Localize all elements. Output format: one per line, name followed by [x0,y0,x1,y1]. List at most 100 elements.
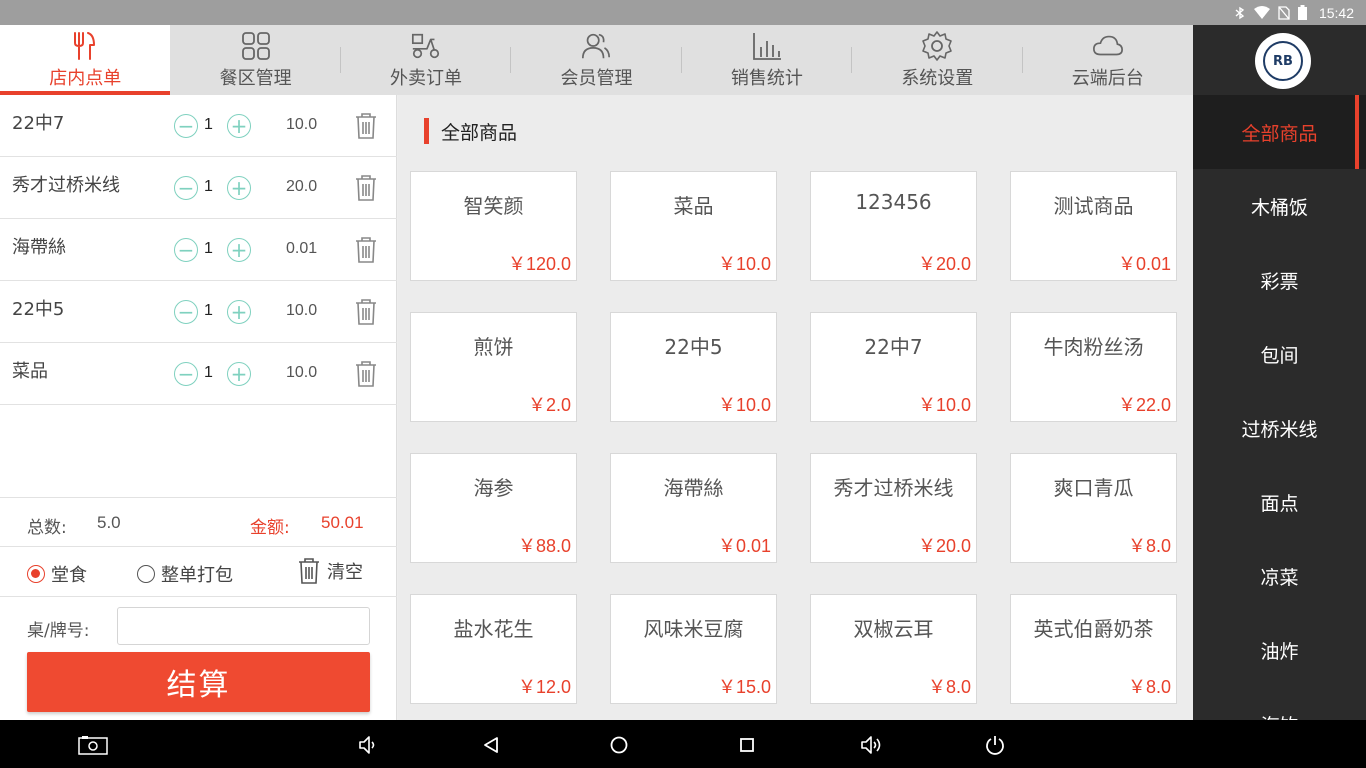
checkout-button[interactable]: 结算 [27,652,370,712]
product-price: ￥2.0 [527,395,571,415]
product-price: ￥88.0 [517,536,571,556]
decrease-quantity-button[interactable]: − [174,114,198,138]
order-item-price: 10.0 [286,364,318,381]
product-card[interactable]: 英式伯爵奶茶 ￥8.0 [1010,594,1177,704]
order-item-name: 22中7 [12,113,65,134]
increase-quantity-button[interactable]: + [227,362,251,386]
scooter-icon [410,30,442,62]
category-all-products[interactable]: 全部商品 [1193,95,1366,169]
section-title-text: 全部商品 [441,121,518,144]
order-item-name: 菜品 [12,361,48,382]
clear-label: 清空 [327,562,363,583]
product-card[interactable]: 海参 ￥88.0 [410,453,577,563]
product-card[interactable]: 22中7 ￥10.0 [810,312,977,422]
product-card[interactable]: 双椒云耳 ￥8.0 [810,594,977,704]
product-name: 煎饼 [473,335,514,359]
category-item[interactable]: 汽饮 [1193,687,1366,721]
recents-icon[interactable] [734,732,760,758]
tab-cloud-backend[interactable]: 云端后台 [1023,25,1193,95]
takeaway-label: 整单打包 [161,565,233,586]
decrease-quantity-button[interactable]: − [174,238,198,262]
order-item-name: 22中5 [12,299,65,320]
product-price: ￥8.0 [1127,536,1171,556]
product-card[interactable]: 盐水花生 ￥12.0 [410,594,577,704]
product-card[interactable]: 菜品 ￥10.0 [610,171,777,281]
category-item[interactable]: 包间 [1193,317,1366,391]
product-card[interactable]: 爽口青瓜 ￥8.0 [1010,453,1177,563]
decrease-quantity-button[interactable]: − [174,300,198,324]
increase-quantity-button[interactable]: + [227,238,251,262]
volume-down-icon[interactable] [355,732,381,758]
tab-label: 外卖订单 [390,68,463,89]
table-number-input[interactable] [117,607,370,645]
increase-quantity-button[interactable]: + [227,114,251,138]
product-card[interactable]: 22中5 ￥10.0 [610,312,777,422]
bluetooth-icon [1235,6,1245,19]
category-item[interactable]: 油炸 [1193,613,1366,687]
increase-quantity-button[interactable]: + [227,300,251,324]
grid-icon [240,30,272,62]
tab-system-settings[interactable]: 系统设置 [852,25,1023,95]
order-item-price: 20.0 [286,178,318,195]
product-name: 风味米豆腐 [643,617,744,641]
trash-icon[interactable] [354,236,378,264]
product-name: 22中5 [664,335,723,359]
order-panel: 22中7 − 1 + 10.0 秀才过桥米线 − 1 + 20.0 海帶絲 − … [0,95,397,720]
product-card[interactable]: 秀才过桥米线 ￥20.0 [810,453,977,563]
trash-icon[interactable] [354,174,378,202]
clear-button[interactable]: 清空 [297,557,363,585]
product-card[interactable]: 智笑颜 ￥120.0 [410,171,577,281]
product-name: 海帶絲 [663,476,724,500]
wifi-icon [1253,6,1270,19]
decrease-quantity-button[interactable]: − [174,362,198,386]
trash-icon[interactable] [354,298,378,326]
product-price: ￥22.0 [1117,395,1171,415]
tab-member-management[interactable]: 会员管理 [511,25,682,95]
product-card[interactable]: 煎饼 ￥2.0 [410,312,577,422]
category-list: 全部商品 木桶饭 彩票 包间 过桥米线 面点 凉菜 油炸 汽饮 [1193,95,1366,720]
product-name: 测试商品 [1053,194,1134,218]
product-card[interactable]: 测试商品 ￥0.01 [1010,171,1177,281]
gear-icon [921,30,953,62]
tab-in-store-order[interactable]: 店内点单 [0,25,171,95]
dining-options: 堂食 整单打包 清空 [0,547,397,597]
product-price: ￥20.0 [917,254,971,274]
decrease-quantity-button[interactable]: − [174,176,198,200]
order-item: 22中5 − 1 + 10.0 [0,281,397,343]
product-card[interactable]: 123456 ￥20.0 [810,171,977,281]
order-item-price: 10.0 [286,302,318,319]
no-sim-icon [1278,5,1290,20]
order-item: 秀才过桥米线 − 1 + 20.0 [0,157,397,219]
category-item[interactable]: 凉菜 [1193,539,1366,613]
increase-quantity-button[interactable]: + [227,176,251,200]
tab-sales-statistics[interactable]: 销售统计 [682,25,853,95]
product-card[interactable]: 风味米豆腐 ￥15.0 [610,594,777,704]
volume-up-icon[interactable] [858,732,884,758]
category-item[interactable]: 过桥米线 [1193,391,1366,465]
product-card[interactable]: 牛肉粉丝汤 ￥22.0 [1010,312,1177,422]
product-price: ￥0.01 [717,536,771,556]
power-icon[interactable] [982,732,1008,758]
system-nav-bar [0,720,1366,768]
product-price: ￥10.0 [717,395,771,415]
order-totals: 总数: 5.0 金额: 50.01 [0,497,397,547]
home-icon[interactable] [606,732,632,758]
dine-in-radio[interactable]: 堂食 [27,561,87,587]
fork-knife-icon [69,30,101,62]
order-item-quantity: 1 [204,116,213,133]
order-item: 菜品 − 1 + 10.0 [0,343,397,405]
product-card[interactable]: 海帶絲 ￥0.01 [610,453,777,563]
trash-icon[interactable] [354,360,378,388]
screenshot-icon[interactable] [78,732,108,758]
status-bar: 15:42 [0,0,1366,25]
category-item[interactable]: 木桶饭 [1193,169,1366,243]
tab-label: 会员管理 [560,68,633,89]
tab-takeaway-orders[interactable]: 外卖订单 [341,25,512,95]
clock: 15:42 [1318,4,1354,21]
category-item[interactable]: 彩票 [1193,243,1366,317]
back-icon[interactable] [478,732,504,758]
tab-area-management[interactable]: 餐区管理 [170,25,341,95]
takeaway-radio[interactable]: 整单打包 [137,561,233,587]
trash-icon[interactable] [354,112,378,140]
category-item[interactable]: 面点 [1193,465,1366,539]
